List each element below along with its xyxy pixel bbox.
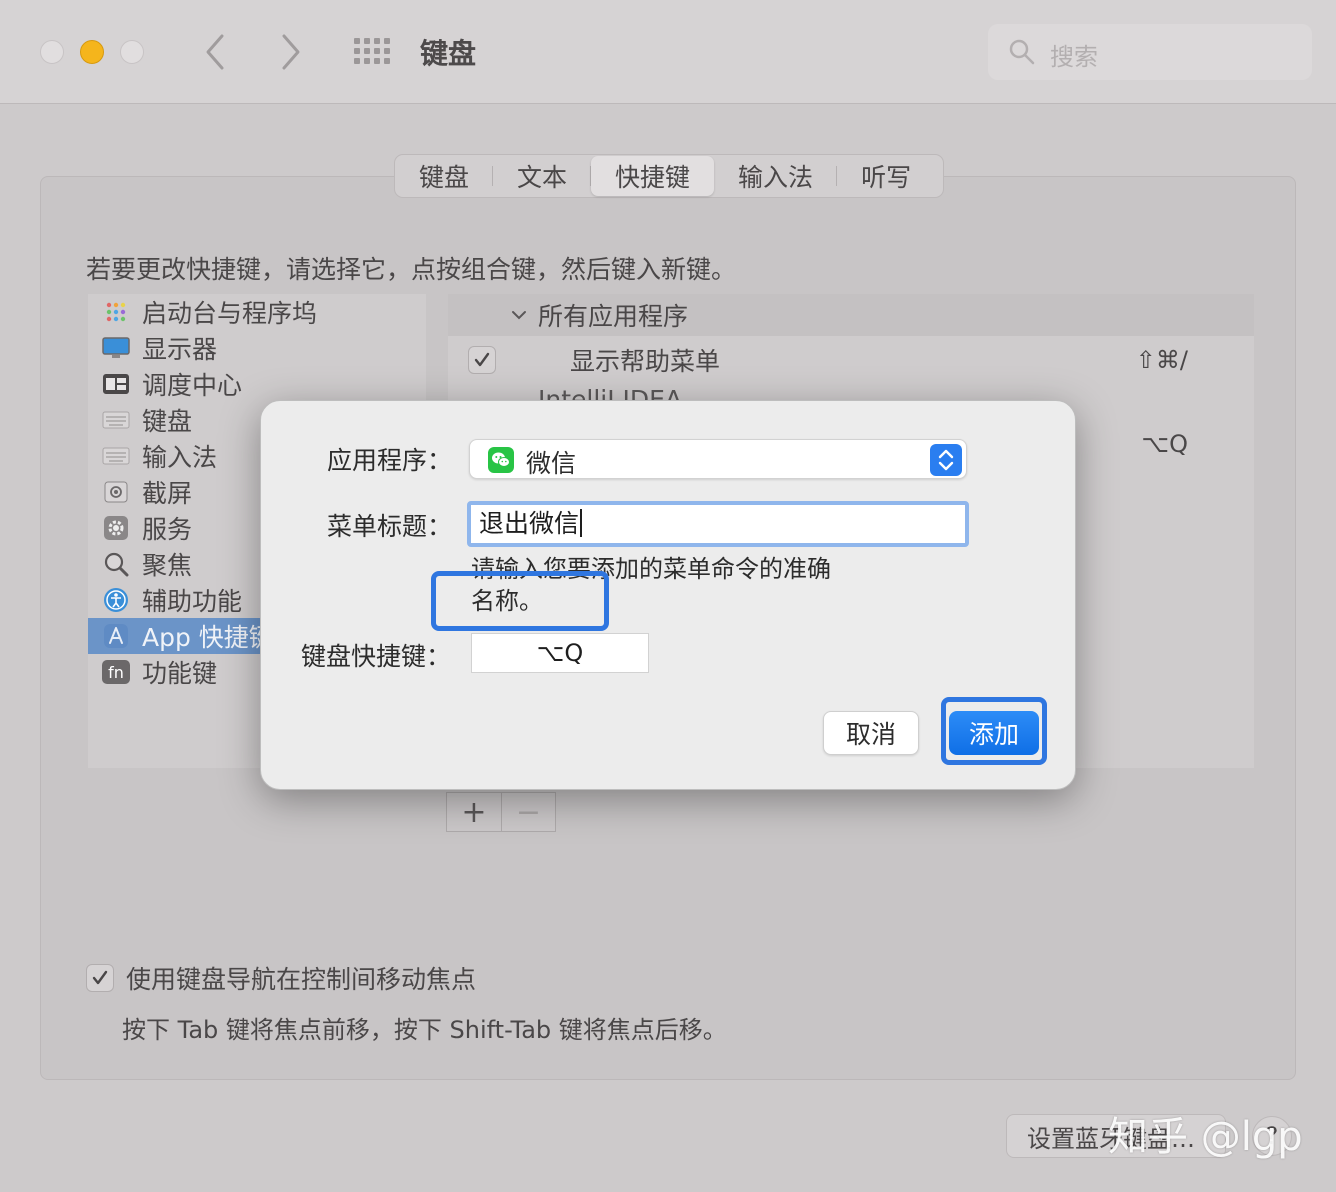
screenshot-icon	[102, 480, 130, 504]
menu-title-input[interactable]: 退出微信	[467, 501, 969, 547]
minimize-button[interactable]	[80, 40, 104, 64]
list-item[interactable]: 显示帮助菜单 ⇧⌘/	[448, 338, 1254, 382]
keyboard-icon	[102, 408, 130, 432]
tab-text[interactable]: 文本	[493, 156, 592, 196]
keyboard-navigation-label: 使用键盘导航在控制间移动焦点	[126, 965, 477, 994]
keyboard-navigation-description: 按下 Tab 键将焦点前移，按下 Shift-Tab 键将焦点后移。	[122, 1016, 727, 1044]
text-caret	[580, 509, 583, 537]
checkmark-icon	[92, 970, 108, 985]
sidebar-item-label: 启动台与程序坞	[142, 299, 318, 328]
watermark: 知乎 @lgp	[1108, 1114, 1303, 1160]
instruction-text: 若要更改快捷键，请选择它，点按组合键，然后键入新键。	[86, 255, 737, 284]
cancel-button[interactable]: 取消	[823, 711, 919, 755]
row-checkbox[interactable]	[468, 346, 496, 374]
tab-shortcuts[interactable]: 快捷键	[591, 156, 715, 196]
sidebar-item-label: 调度中心	[142, 371, 243, 400]
sidebar-item-label: 功能键	[142, 659, 218, 688]
sidebar-item-label: 截屏	[142, 479, 193, 508]
keyboard-shortcut-label: 键盘快捷键：	[301, 642, 452, 671]
add-remove-control: + −	[446, 792, 556, 832]
row-shortcut[interactable]: ⇧⌘/	[1136, 346, 1188, 374]
search-placeholder: 搜索	[1050, 43, 1098, 71]
partial-row-label: IntelliJ IDEA	[538, 386, 682, 400]
input-method-icon	[102, 444, 130, 468]
title-bar: 键盘 搜索	[0, 0, 1336, 104]
add-shortcut-button[interactable]: +	[447, 793, 501, 831]
zoom-button[interactable]	[120, 40, 144, 64]
checkmark-icon	[474, 352, 490, 367]
launchpad-icon	[102, 300, 130, 324]
chevron-up-down-icon	[930, 444, 962, 476]
row-label: 显示帮助菜单	[570, 347, 721, 376]
sidebar-item-label: 辅助功能	[142, 587, 243, 616]
chevron-left-icon	[206, 34, 224, 70]
application-value: 微信	[526, 449, 577, 478]
sidebar-item-label: 聚焦	[142, 551, 193, 580]
mission-control-icon	[102, 372, 130, 396]
forward-button[interactable]	[272, 30, 308, 74]
tab-dictation[interactable]: 听写	[837, 156, 935, 196]
show-all-grid-icon[interactable]	[354, 38, 390, 66]
add-button[interactable]: 添加	[949, 711, 1039, 755]
remove-shortcut-button[interactable]: −	[501, 793, 555, 831]
group-label: 所有应用程序	[538, 302, 689, 331]
application-select[interactable]: 微信	[469, 439, 967, 479]
application-label: 应用程序：	[327, 446, 453, 475]
sidebar-item-label: App 快捷键	[142, 623, 274, 652]
sidebar-item-display[interactable]: 显示器	[88, 330, 426, 366]
window-title: 键盘	[420, 37, 477, 70]
menu-title-label: 菜单标题：	[327, 512, 453, 541]
keyboard-navigation-option: 使用键盘导航在控制间移动焦点	[86, 960, 476, 996]
keyboard-navigation-checkbox[interactable]	[86, 964, 114, 992]
add-shortcut-dialog: 应用程序： 微信 菜单标题： 退出微信 请输入您要添加的菜单命令的准确名称。 键…	[260, 400, 1076, 790]
tab-keyboard[interactable]: 键盘	[395, 156, 494, 196]
group-all-applications[interactable]: 所有应用程序	[448, 294, 1254, 336]
tab-bar: 键盘 文本 快捷键 输入法 听写	[394, 154, 944, 198]
chevron-right-icon	[282, 34, 300, 70]
gear-icon	[102, 516, 130, 540]
back-button[interactable]	[198, 30, 234, 74]
menu-title-value: 退出微信	[479, 509, 580, 538]
close-button[interactable]	[40, 40, 64, 64]
accessibility-icon	[102, 588, 130, 612]
app-store-icon	[102, 624, 130, 648]
spotlight-icon	[102, 552, 130, 577]
sidebar-item-launchpad[interactable]: 启动台与程序坞	[88, 294, 426, 330]
sidebar-item-label: 服务	[142, 515, 193, 544]
tab-input-sources[interactable]: 输入法	[714, 156, 838, 196]
wechat-icon	[488, 447, 514, 473]
search-field[interactable]: 搜索	[988, 24, 1312, 80]
display-icon	[102, 336, 130, 360]
sidebar-item-label: 显示器	[142, 335, 218, 364]
annotation-highlight	[431, 571, 609, 631]
fn-key-icon: fn	[102, 660, 130, 684]
sidebar-item-mission-control[interactable]: 调度中心	[88, 366, 426, 402]
sidebar-item-label: 输入法	[142, 443, 218, 472]
partial-row-shortcut[interactable]: ⌥Q	[1141, 430, 1188, 458]
keyboard-shortcut-field[interactable]: ⌥Q	[471, 633, 649, 673]
search-icon	[1009, 39, 1035, 65]
chevron-down-icon	[512, 311, 526, 320]
sidebar-item-label: 键盘	[142, 407, 193, 436]
